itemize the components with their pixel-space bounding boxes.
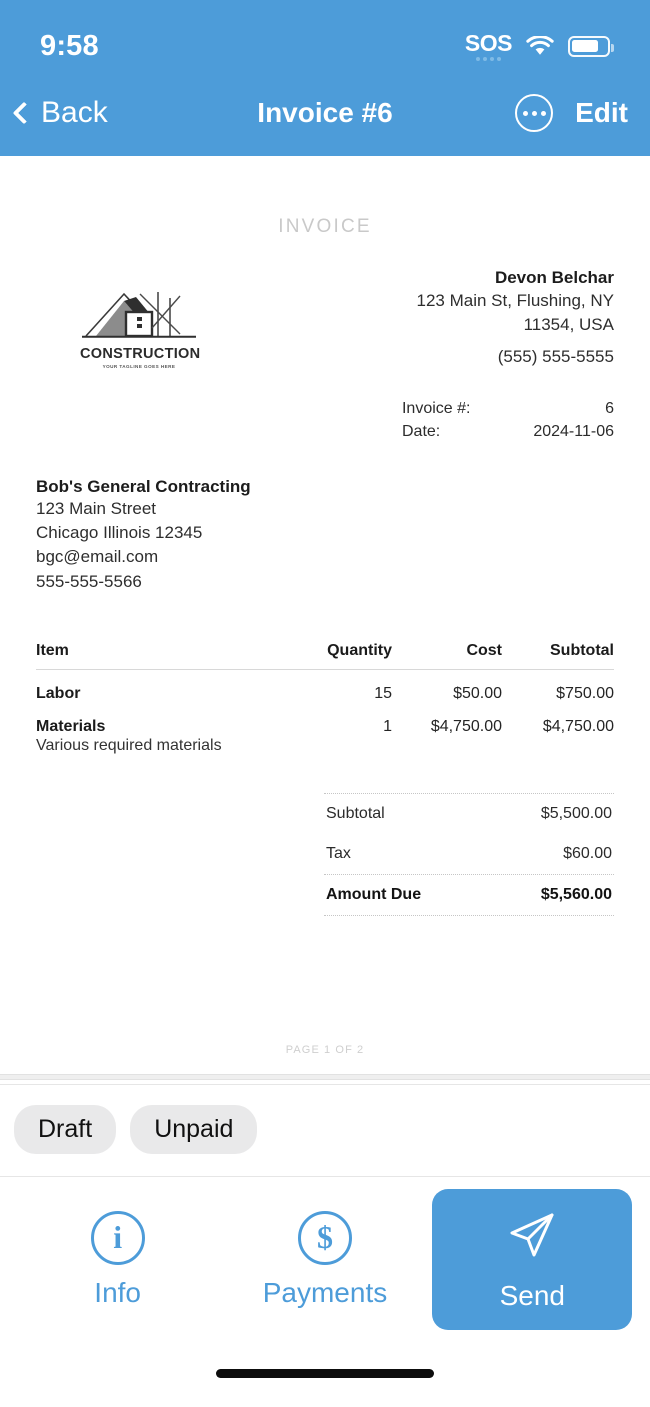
invoice-header-left: CONSTRUCTION YOUR TAGLINE GOES HERE	[36, 266, 313, 443]
line-item-quantity: 15	[374, 685, 392, 703]
line-item-subtotal: $750.00	[556, 685, 614, 703]
cellular-dots-icon	[475, 56, 501, 61]
column-header-quantity: Quantity	[327, 642, 392, 660]
totals-label-amount-due: Amount Due	[326, 886, 422, 904]
home-indicator-area	[0, 1340, 650, 1407]
table-header-row: Item Quantity Cost Subtotal	[36, 642, 614, 671]
totals-row-subtotal: Subtotal $5,500.00	[324, 794, 614, 834]
payments-button-label: Payments	[262, 1276, 388, 1308]
sos-label: SOS	[464, 29, 513, 56]
invoice-meta: Invoice #: 6 Date: 2024-11-06	[402, 397, 614, 443]
status-bar: 9:58 SOS	[0, 0, 650, 78]
column-header-subtotal: Subtotal	[550, 642, 614, 660]
client-address-line-1: 123 Main St, Flushing, NY	[416, 291, 614, 310]
invoice-date-label: Date:	[401, 422, 441, 440]
company-logo-wordmark: CONSTRUCTION	[80, 346, 201, 362]
invoice-page-2: By signing this document the customer ag…	[0, 1080, 650, 1084]
status-chip-bar: Draft Unpaid	[0, 1083, 650, 1177]
info-button[interactable]: i Info	[18, 1193, 218, 1327]
edit-button[interactable]: Edit	[575, 97, 628, 129]
sos-indicator: SOS	[464, 29, 513, 61]
totals-divider-bottom	[324, 915, 614, 917]
totals-value-subtotal: $5,500.00	[540, 805, 612, 823]
chevron-left-icon	[12, 101, 36, 125]
status-badge-unpaid[interactable]: Unpaid	[130, 1104, 258, 1154]
status-bar-indicators: SOS	[464, 29, 614, 61]
invoice-page-1: INVOICE CONSTRUCTION YOUR TAGLINE GOES H…	[0, 156, 650, 1075]
page-footer: PAGE 1 OF 2	[285, 1044, 365, 1057]
status-badge-draft[interactable]: Draft	[14, 1104, 117, 1154]
document-type-label: INVOICE	[278, 216, 372, 237]
business-info: Bob's General Contracting 123 Main Stree…	[36, 477, 614, 594]
invoice-number-value: 6	[605, 399, 614, 417]
client-phone: (555) 555-5555	[497, 346, 614, 366]
line-items-table: Item Quantity Cost Subtotal Labor 15 $50…	[36, 642, 614, 755]
ellipsis-dot	[531, 110, 537, 116]
totals-section: Subtotal $5,500.00 Tax $60.00 Amount Due…	[324, 793, 614, 917]
back-button-label: Back	[41, 96, 108, 129]
business-name: Bob's General Contracting	[36, 476, 251, 496]
paper-plane-icon	[504, 1207, 560, 1268]
more-options-button[interactable]	[515, 94, 554, 132]
home-indicator[interactable]	[216, 1369, 434, 1378]
table-row: Labor 15 $50.00 $750.00	[36, 670, 614, 703]
line-item-cost: $4,750.00	[430, 718, 502, 736]
totals-label-tax: Tax	[326, 845, 351, 863]
totals-row-tax: Tax $60.00	[324, 834, 614, 874]
payments-button[interactable]: $ Payments	[225, 1193, 425, 1327]
navigation-bar-actions: Edit	[515, 94, 628, 132]
business-street: 123 Main Street	[36, 498, 157, 518]
send-button[interactable]: Send	[432, 1189, 633, 1330]
info-circle-icon: i	[90, 1210, 145, 1265]
invoice-header-row: CONSTRUCTION YOUR TAGLINE GOES HERE Devo…	[36, 266, 614, 443]
line-item-name: Materials	[36, 718, 106, 736]
send-button-label: Send	[499, 1280, 566, 1311]
column-header-item: Item	[36, 642, 69, 660]
business-phone: 555-555-5566	[36, 571, 142, 591]
status-bar-time: 9:58	[40, 29, 99, 62]
invoice-meta-row: Date: 2024-11-06	[402, 420, 614, 443]
client-address-line-2: 11354, USA	[523, 314, 614, 334]
totals-row-amount-due: Amount Due $5,560.00	[324, 875, 614, 915]
company-logo-tagline: YOUR TAGLINE GOES HERE	[102, 363, 176, 369]
invoice-meta-row: Invoice #: 6	[402, 397, 614, 420]
info-button-label: Info	[94, 1276, 141, 1308]
table-row: Materials Various required materials 1 $…	[36, 703, 614, 755]
line-item-quantity: 1	[383, 718, 392, 736]
ellipsis-dot	[522, 110, 528, 116]
bottom-toolbar: i Info $ Payments Send	[0, 1176, 650, 1340]
top-bar: 9:58 SOS Back Invoice #6 Edit	[0, 0, 650, 156]
totals-label-subtotal: Subtotal	[326, 805, 385, 823]
totals-value-tax: $60.00	[563, 845, 612, 863]
invoice-header-right: Devon Belchar 123 Main St, Flushing, NY …	[313, 266, 614, 443]
company-logo: CONSTRUCTION YOUR TAGLINE GOES HERE	[80, 284, 201, 369]
totals-value-amount-due: $5,560.00	[540, 886, 612, 904]
battery-icon	[568, 35, 614, 57]
line-item-description: Various required materials	[36, 737, 222, 755]
line-item-item-cell: Labor	[36, 685, 272, 703]
business-city-state-zip: Chicago Illinois 12345	[36, 523, 203, 543]
invoice-number-label: Invoice #:	[401, 399, 471, 417]
line-item-item-cell: Materials Various required materials	[36, 718, 272, 755]
document-scroll-area[interactable]: INVOICE CONSTRUCTION YOUR TAGLINE GOES H…	[0, 156, 650, 1084]
line-item-name: Labor	[36, 685, 81, 703]
client-name: Devon Belchar	[494, 268, 614, 287]
invoice-date-value: 2024-11-06	[533, 422, 614, 440]
invoice-detail-screen: 9:58 SOS Back Invoice #6 Edit INVOICE CO…	[0, 0, 650, 1407]
navigation-bar: Back Invoice #6 Edit	[0, 78, 650, 156]
line-item-subtotal: $4,750.00	[542, 718, 614, 736]
dollar-circle-icon: $	[297, 1210, 352, 1265]
back-button[interactable]: Back	[12, 96, 108, 130]
line-item-cost: $50.00	[453, 685, 502, 703]
business-email: bgc@email.com	[36, 547, 159, 567]
wifi-icon	[526, 34, 554, 57]
column-header-cost: Cost	[466, 642, 502, 660]
ellipsis-dot	[540, 110, 546, 116]
house-construction-logo-icon	[80, 284, 198, 346]
